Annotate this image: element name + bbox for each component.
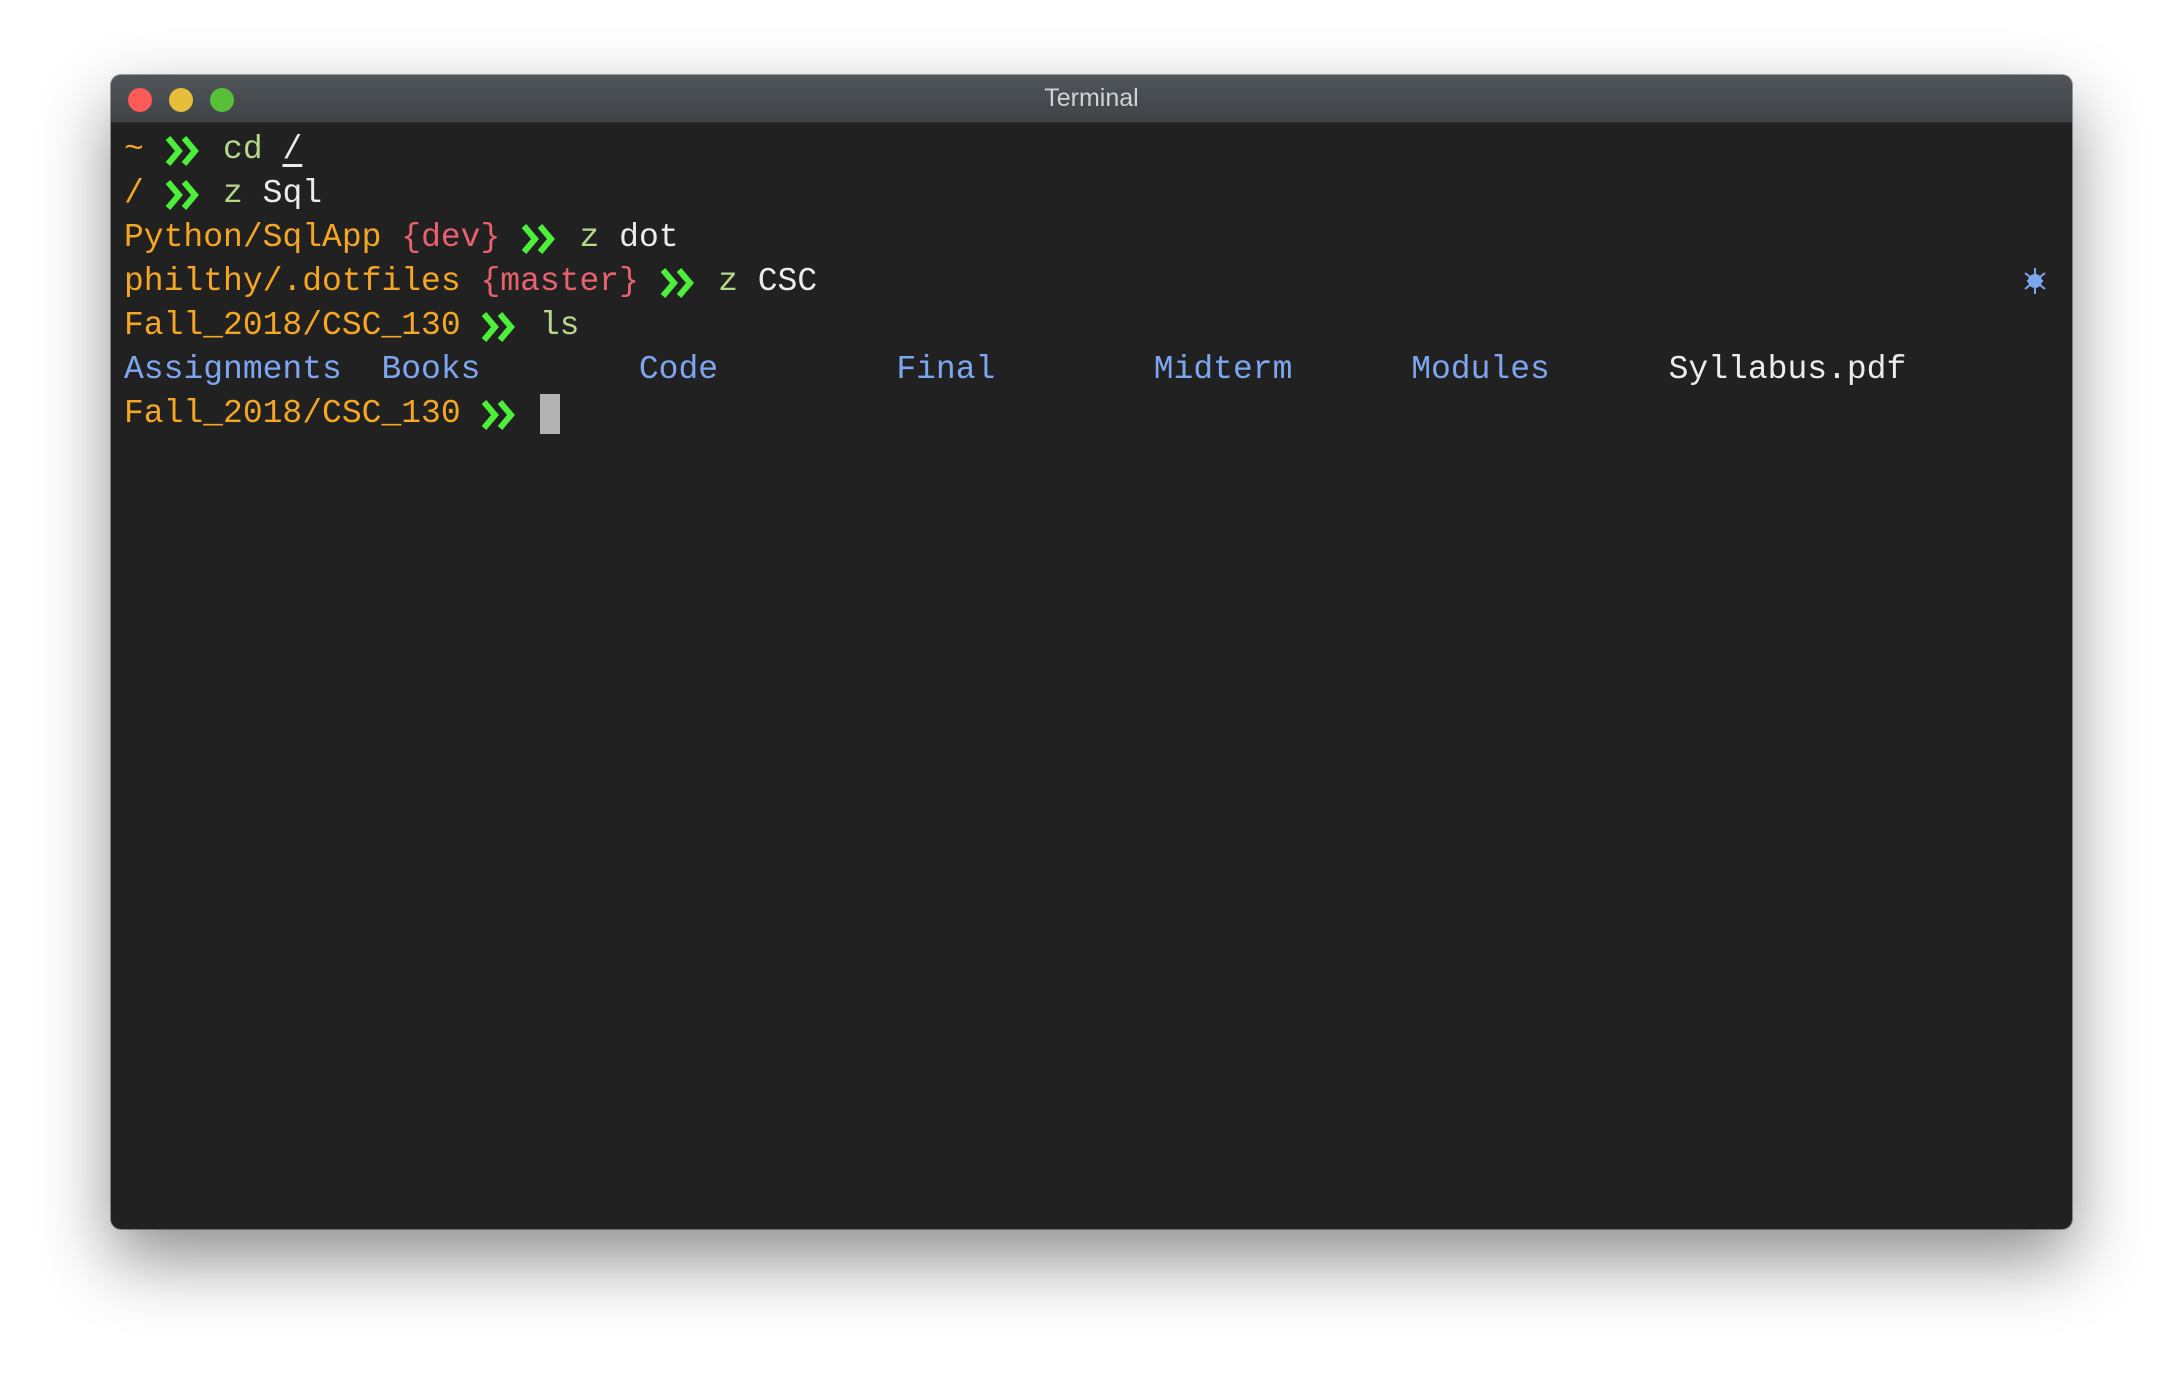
- prompt-chevron-icon: [659, 260, 699, 304]
- command-argument: /: [282, 131, 303, 168]
- terminal-line: Python/SqlApp {dev} z dot: [124, 216, 2072, 260]
- prompt-path: Fall_2018/CSC_130: [124, 395, 461, 432]
- prompt-path: ~: [124, 131, 144, 168]
- command: z: [718, 263, 738, 300]
- command-argument: dot: [619, 219, 679, 256]
- directory-entry: Assignments: [124, 351, 342, 388]
- terminal-line: Fall_2018/CSC_130 ls: [124, 304, 2072, 348]
- directory-entry: Final: [896, 351, 996, 388]
- terminal-line: Fall_2018/CSC_130: [124, 392, 2072, 436]
- command-argument: CSC: [757, 263, 818, 300]
- terminal-line: ~ cd /: [124, 128, 2072, 172]
- prompt-chevron-icon: [520, 216, 560, 260]
- git-branch: {master}: [480, 263, 639, 300]
- command: z: [223, 175, 243, 212]
- terminal-line: philthy/.dotfiles {master} z CSC: [124, 260, 2072, 304]
- prompt-chevron-icon: [164, 128, 204, 172]
- file-entry: Syllabus.pdf: [1668, 351, 1907, 388]
- prompt-chevron-icon: [480, 392, 520, 436]
- text-cursor: [539, 394, 560, 434]
- title-bar: Terminal: [111, 75, 2072, 123]
- prompt-chevron-icon: [480, 304, 520, 348]
- prompt-path: Fall_2018/CSC_130: [124, 307, 461, 344]
- prompt-path: /: [124, 175, 144, 212]
- directory-entry: Books: [381, 351, 481, 388]
- prompt-chevron-icon: [164, 172, 204, 216]
- directory-entry: Midterm: [1153, 351, 1293, 388]
- git-branch: {dev}: [401, 219, 501, 256]
- terminal-window: Terminal ~ cd / / z Sql Python/SqlApp {dev…: [111, 75, 2072, 1229]
- asterisk-activity-icon: [2021, 267, 2049, 295]
- terminal-line: / z Sql: [124, 172, 2072, 216]
- prompt-path: philthy/.dotfiles: [124, 263, 461, 300]
- directory-entry: Modules: [1411, 351, 1550, 388]
- window-title: Terminal: [1044, 84, 1139, 112]
- command: z: [579, 219, 600, 256]
- directory-entry: Code: [638, 351, 719, 388]
- command-argument: Sql: [262, 175, 323, 212]
- ls-output: Assignments Books Code Final Midterm Modules S…: [124, 348, 2072, 392]
- command: ls: [539, 307, 580, 344]
- terminal-output[interactable]: ~ cd / / z Sql Python/SqlApp {dev} z dot ph…: [124, 128, 2072, 436]
- prompt-path: Python/SqlApp: [124, 219, 382, 256]
- command: cd: [223, 131, 263, 168]
